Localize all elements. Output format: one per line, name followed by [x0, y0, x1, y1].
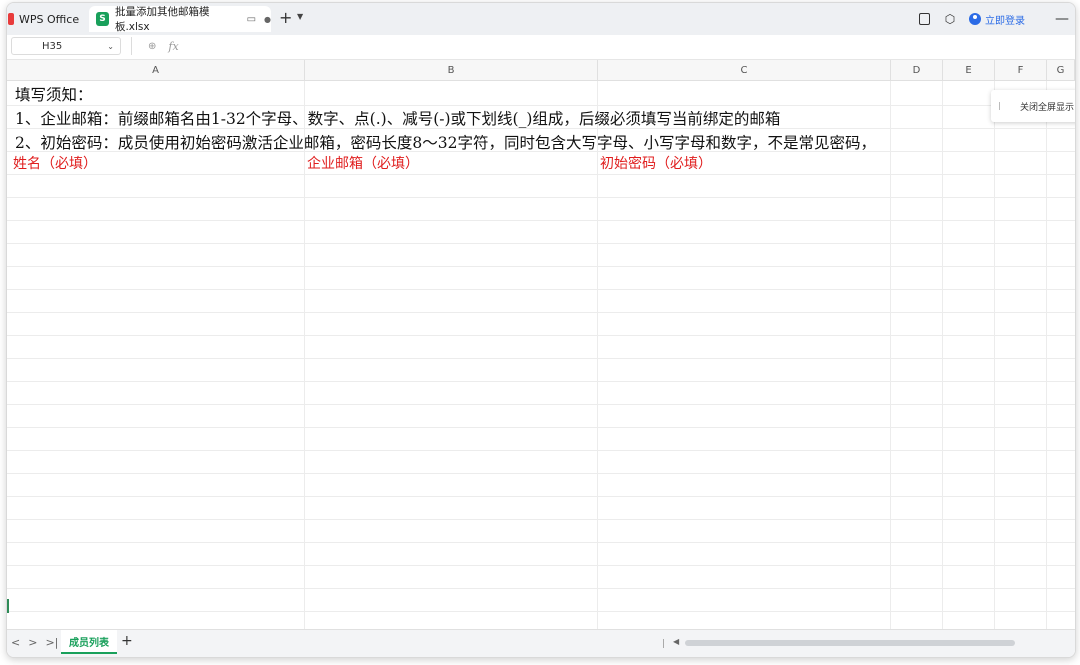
user-avatar-icon[interactable] — [969, 13, 981, 25]
app-name: WPS Office — [19, 12, 80, 26]
grid-line — [7, 289, 1075, 290]
window-icon[interactable] — [917, 12, 931, 26]
grid-line — [890, 81, 891, 629]
grid-line — [7, 243, 1075, 244]
formula-bar: H35 ⌄ ⊕ fx — [7, 35, 1075, 60]
minimize-icon[interactable]: — — [1055, 11, 1069, 27]
monitor-icon[interactable]: ▭ — [247, 14, 256, 25]
chevron-down-icon[interactable]: ⌄ — [107, 42, 114, 51]
column-header-b[interactable]: B — [305, 60, 598, 81]
prev-sheet-icon[interactable]: < — [11, 636, 20, 649]
fx-icon[interactable]: fx — [168, 40, 178, 53]
horizontal-scrollbar[interactable] — [685, 640, 1015, 646]
grid-line — [7, 427, 1075, 428]
grid-line — [7, 197, 1075, 198]
wps-home-tab[interactable]: WPS Office — [7, 7, 79, 31]
sheet-tab-bar: < > >| 成员列表 + ◀ — [7, 629, 1075, 657]
grid-line — [7, 404, 1075, 405]
cell-reference: H35 — [42, 40, 63, 52]
last-sheet-icon[interactable]: >| — [45, 636, 58, 649]
fullscreen-popup[interactable]: 关闭全屏显示 — [991, 90, 1075, 122]
grid-line — [7, 220, 1075, 221]
column-header-c[interactable]: C — [598, 60, 891, 81]
next-sheet-icon[interactable]: > — [28, 636, 37, 649]
titlebar-right: ⬡ 立即登录 — — [917, 3, 1075, 35]
name-box[interactable]: H35 ⌄ — [11, 37, 121, 55]
header-name[interactable]: 姓名（必填） — [13, 153, 97, 173]
new-tab-button[interactable]: + — [279, 8, 292, 27]
divider — [999, 102, 1000, 110]
instructions-heading[interactable]: 填写须知： — [15, 83, 93, 105]
sheet-nav: < > >| — [11, 636, 66, 649]
grid-line — [1046, 81, 1047, 629]
grid-line — [7, 496, 1075, 497]
grid-line — [597, 81, 598, 629]
instruction-password[interactable]: 2、初始密码：成员使用初始密码激活企业邮箱，密码长度8～32字符，同时包含大写字… — [15, 131, 876, 153]
add-sheet-button[interactable]: + — [121, 633, 133, 649]
exit-fullscreen-label[interactable]: 关闭全屏显示 — [1020, 100, 1074, 113]
column-header-a[interactable]: A — [7, 60, 305, 81]
title-bar: WPS Office S 批量添加其他邮箱模板.xlsx ▭ ● + ▼ ⬡ 立… — [7, 3, 1075, 35]
grid-line — [7, 358, 1075, 359]
zoom-icon[interactable]: ⊕ — [148, 41, 156, 52]
scroll-left-icon[interactable]: ◀ — [673, 637, 679, 646]
column-header-d[interactable]: D — [891, 60, 943, 81]
divider — [663, 639, 664, 648]
grid-line — [7, 473, 1075, 474]
grid-line — [7, 565, 1075, 566]
login-button[interactable]: 立即登录 — [985, 12, 1025, 27]
grid-line — [7, 450, 1075, 451]
column-header-f[interactable]: F — [995, 60, 1047, 81]
selection-marker — [7, 599, 9, 613]
column-header-e[interactable]: E — [943, 60, 995, 81]
grid-line — [942, 81, 943, 629]
wps-logo-icon — [8, 13, 14, 25]
grid-line — [7, 381, 1075, 382]
grid-line — [7, 312, 1075, 313]
sheet-tab-members[interactable]: 成员列表 — [61, 630, 117, 654]
grid-line — [7, 588, 1075, 589]
unsaved-dot-icon[interactable]: ● — [264, 15, 271, 24]
formula-input[interactable]: ⊕ fx — [131, 37, 1072, 55]
cube-icon[interactable]: ⬡ — [943, 12, 957, 26]
header-email[interactable]: 企业邮箱（必填） — [307, 153, 419, 173]
grid-line — [7, 174, 1075, 175]
document-tab[interactable]: S 批量添加其他邮箱模板.xlsx ▭ ● — [89, 6, 271, 33]
grid-line — [7, 266, 1075, 267]
grid-line — [7, 519, 1075, 520]
grid-line — [7, 335, 1075, 336]
grid-line — [7, 105, 1075, 106]
grid-line — [994, 81, 995, 629]
spreadsheet-grid[interactable]: A B C D E F G 填写须知： 1、企业邮箱：前缀邮箱名由1-32个字母… — [7, 60, 1075, 629]
grid-line — [304, 81, 305, 629]
column-header-g[interactable]: G — [1047, 60, 1075, 81]
app-window: WPS Office S 批量添加其他邮箱模板.xlsx ▭ ● + ▼ ⬡ 立… — [6, 2, 1076, 658]
spreadsheet-icon: S — [96, 12, 109, 26]
grid-line — [7, 611, 1075, 612]
document-tab-title: 批量添加其他邮箱模板.xlsx — [114, 6, 210, 33]
instruction-email[interactable]: 1、企业邮箱：前缀邮箱名由1-32个字母、数字、点(.)、减号(-)或下划线(_… — [15, 107, 780, 129]
grid-line — [7, 542, 1075, 543]
chevron-down-icon[interactable]: ▼ — [297, 12, 303, 21]
header-password[interactable]: 初始密码（必填） — [600, 153, 712, 173]
